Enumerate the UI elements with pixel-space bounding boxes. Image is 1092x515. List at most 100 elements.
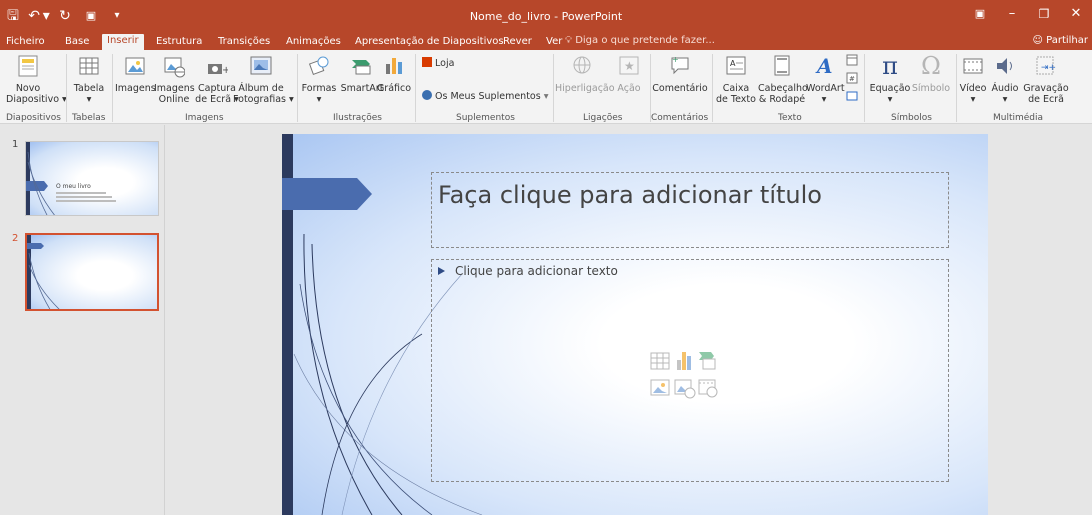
tab-ver[interactable]: Ver	[546, 35, 562, 49]
svg-text:⇥+: ⇥+	[1041, 63, 1056, 73]
slide-thumbnail-1[interactable]: O meu livro	[25, 141, 159, 216]
window-controls: ▣ – ❐ ✕	[964, 0, 1092, 32]
table-icon	[79, 57, 99, 75]
group-label-ilustracoes: Ilustrações	[333, 113, 382, 123]
share-button[interactable]: ☺ Partilhar	[1033, 35, 1088, 46]
svg-text:★: ★	[624, 59, 635, 73]
group-label-tabelas: Tabelas	[72, 113, 106, 123]
hyperlink-button[interactable]: Hiperligação	[555, 54, 615, 94]
new-slide-button[interactable]: Novo Diapositivo ▾	[6, 54, 67, 105]
insert-picture-icon[interactable]	[650, 379, 670, 396]
shapes-icon	[308, 56, 329, 75]
wordart-button[interactable]: A WordArt ▾	[806, 54, 845, 105]
object-button[interactable]	[845, 90, 859, 105]
insert-online-picture-icon[interactable]	[674, 379, 696, 399]
bullet-arrow-icon	[438, 267, 445, 275]
ribbon: Novo Diapositivo ▾ Diapositivos Tabela ▾ T…	[0, 50, 1092, 124]
group-separator	[712, 54, 713, 122]
title-bar: 🖫 ↶ ▾ ↻ ▣ ▾ Nome_do_livro - PowerPoint ▣…	[0, 0, 1092, 32]
person-icon: ☺	[1032, 35, 1047, 46]
video-button[interactable]: Vídeo ▾	[958, 54, 988, 105]
workspace: 1 O meu livro 2 Faça clique para adicion…	[0, 125, 1092, 515]
tab-rever[interactable]: Rever	[503, 35, 532, 49]
tab-estrutura[interactable]: Estrutura	[156, 35, 202, 49]
restore-icon[interactable]: ❐	[1028, 0, 1060, 32]
symbol-button[interactable]: Ω Símbolo	[911, 52, 951, 94]
photo-album-button[interactable]: Álbum de Fotografias ▾	[233, 54, 294, 105]
tab-apresentacao[interactable]: Apresentação de Diapositivos	[355, 35, 504, 49]
insert-table-icon[interactable]	[650, 352, 670, 370]
group-label-imagens: Imagens	[185, 113, 224, 123]
addins-icon	[422, 90, 432, 100]
title-placeholder-text: Faça clique para adicionar título	[438, 181, 822, 209]
new-slide-icon	[18, 55, 38, 77]
header-footer-button[interactable]: Cabeçalho & Rodapé	[758, 54, 808, 105]
tab-transicoes[interactable]: Transições	[218, 35, 270, 49]
thumb-decoration	[26, 142, 55, 215]
svg-text:+: +	[672, 55, 679, 64]
text-box-button[interactable]: A Caixa de Texto	[716, 54, 756, 105]
insert-video-icon[interactable]	[698, 379, 718, 398]
insert-smartart-icon[interactable]	[699, 352, 716, 370]
comment-button[interactable]: + Comentário	[650, 54, 710, 94]
group-separator	[66, 54, 67, 122]
date-time-button[interactable]	[845, 54, 859, 69]
slide-canvas[interactable]: Faça clique para adicionar título Clique…	[282, 134, 988, 515]
text-box-icon: A	[726, 56, 746, 75]
content-insert-icons	[649, 346, 725, 406]
group-label-ligacoes: Ligações	[583, 113, 623, 123]
thumb-title: O meu livro	[56, 183, 91, 190]
title-placeholder[interactable]: Faça clique para adicionar título	[431, 172, 949, 248]
equation-button[interactable]: π Equação ▾	[868, 52, 912, 105]
audio-button[interactable]: Áudio ▾	[990, 54, 1020, 105]
group-label-diapositivos: Diapositivos	[6, 113, 61, 123]
insert-chart-icon[interactable]	[677, 352, 691, 370]
close-icon[interactable]: ✕	[1060, 0, 1092, 32]
tab-animacoes[interactable]: Animações	[286, 35, 341, 49]
chart-button[interactable]: Gráfico	[376, 54, 412, 94]
screen-recording-icon: ⇥+	[1036, 56, 1056, 75]
pictures-button[interactable]: Imagens	[115, 54, 156, 94]
picture-icon	[125, 57, 145, 75]
tell-me-search[interactable]: 💡︎ Diga o que pretende fazer...	[565, 35, 715, 46]
lightbulb-icon: 💡︎	[565, 35, 576, 46]
online-pictures-button[interactable]: Imagens Online	[154, 54, 195, 105]
powerpoint-window: 🖫 ↶ ▾ ↻ ▣ ▾ Nome_do_livro - PowerPoint ▣…	[0, 0, 1092, 515]
action-button[interactable]: ★ Ação	[612, 54, 646, 94]
ribbon-tabs: Ficheiro Base Inserir Estrutura Transiçõ…	[0, 32, 1092, 50]
slide-number-1: 1	[12, 139, 19, 150]
content-placeholder-text: Clique para adicionar texto	[438, 264, 618, 278]
photo-album-icon	[250, 56, 272, 75]
slide-number-button[interactable]: #	[845, 72, 859, 87]
online-picture-icon	[164, 57, 185, 78]
group-separator	[297, 54, 298, 122]
chart-icon	[386, 58, 402, 74]
tab-base[interactable]: Base	[65, 35, 89, 49]
globe-link-icon	[573, 56, 591, 74]
tab-inserir[interactable]: Inserir	[102, 34, 144, 50]
group-separator	[415, 54, 416, 122]
minimize-icon[interactable]: –	[996, 0, 1028, 32]
comment-icon: +	[671, 55, 689, 75]
my-addins-button[interactable]: Os Meus Suplementos ▾	[422, 90, 549, 102]
slide-thumbnail-pane: 1 O meu livro 2	[0, 125, 165, 515]
svg-text:A: A	[730, 59, 736, 68]
thumb-decoration	[27, 235, 60, 309]
content-placeholder[interactable]: Clique para adicionar texto	[431, 259, 949, 482]
object-icon	[846, 91, 858, 101]
speaker-icon	[997, 58, 1012, 74]
tab-ficheiro[interactable]: Ficheiro	[6, 35, 45, 49]
thumb-lines	[56, 192, 116, 204]
shapes-button[interactable]: Formas ▾	[299, 54, 339, 105]
camera-icon: +	[208, 64, 228, 76]
ribbon-display-options-icon[interactable]: ▣	[964, 0, 996, 32]
action-star-icon: ★	[619, 56, 639, 75]
slide-thumbnail-2[interactable]	[25, 233, 159, 311]
slide-number-icon: #	[846, 72, 858, 84]
svg-text:+: +	[222, 65, 228, 76]
wordart-icon: A	[815, 54, 833, 78]
group-separator	[553, 54, 554, 122]
store-button[interactable]: Loja	[422, 57, 454, 69]
table-button[interactable]: Tabela ▾	[72, 54, 106, 105]
screen-recording-button[interactable]: ⇥+ Gravação de Ecrã	[1022, 54, 1070, 105]
